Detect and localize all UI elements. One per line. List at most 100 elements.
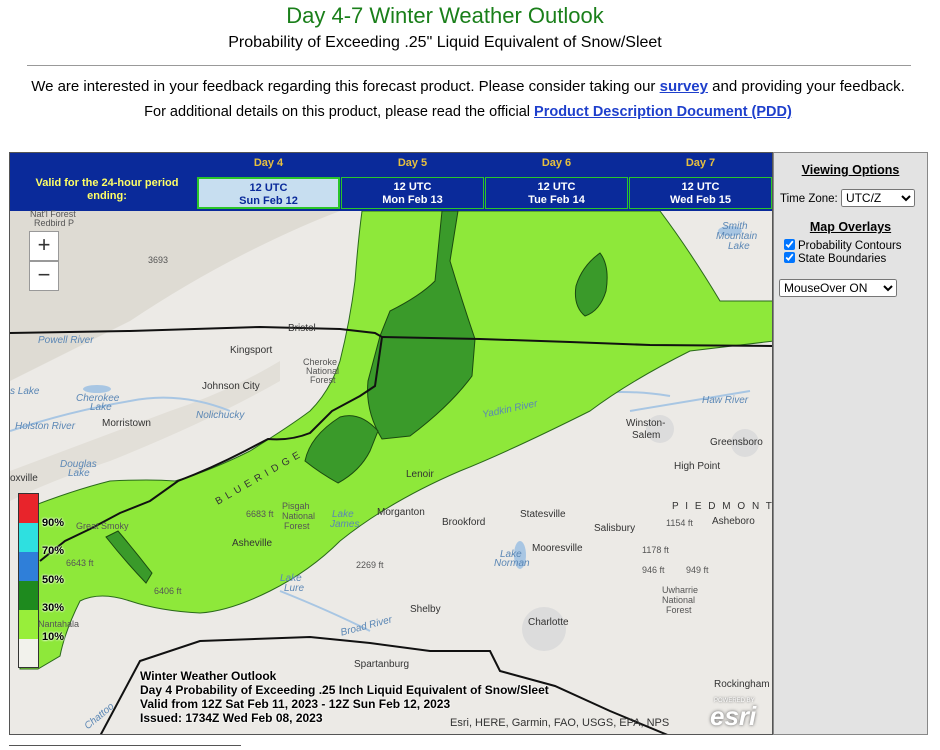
map-label: National <box>282 511 316 521</box>
map-label: 6643 ft <box>66 558 94 568</box>
pdd-link[interactable]: Product Description Document (PDD) <box>534 104 792 120</box>
legend-label-30: 30% <box>42 602 65 614</box>
day-name: Day 4 <box>253 157 284 169</box>
map-attribution: Esri, HERE, Garmin, FAO, USGS, EPA, NPS <box>450 717 670 729</box>
prob-contours-checkbox[interactable] <box>784 239 795 250</box>
legend-label-70: 70% <box>42 545 65 557</box>
day-5-button[interactable]: 12 UTC Mon Feb 13 <box>341 177 484 209</box>
day-6-button[interactable]: 12 UTC Tue Feb 14 <box>485 177 628 209</box>
map-label: Statesville <box>520 509 566 520</box>
map-label: High Point <box>674 461 721 472</box>
map-label: Johnson City <box>202 381 260 392</box>
pdd-prefix: For additional details on this product, … <box>144 104 530 120</box>
day-time: 12 UTC <box>681 181 720 193</box>
charlotte-urban <box>522 607 566 651</box>
legend-swatch-30 <box>19 581 38 610</box>
day-time: 12 UTC <box>537 181 576 193</box>
day-4-button[interactable]: 12 UTC Sun Feb 12 <box>197 177 340 209</box>
mouseover-row: MouseOver ON <box>779 279 897 297</box>
map-label: Rockingham <box>714 679 770 690</box>
map-label: Lure <box>284 583 305 594</box>
map-label: 6406 ft <box>154 586 182 596</box>
timezone-row: Time Zone: UTC/Z <box>780 189 915 207</box>
map-label: Holston River <box>15 421 76 432</box>
map-label: James <box>330 519 360 530</box>
map-label: Nantahala <box>38 619 80 629</box>
map-label: s Lake <box>10 386 40 397</box>
cherokee-lake <box>83 385 111 393</box>
legend-label-90: 90% <box>42 517 65 529</box>
map-label: Charlotte <box>528 617 569 628</box>
map-label: Kingsport <box>230 345 273 356</box>
map-label: Forest <box>284 521 310 531</box>
map-label: 946 ft <box>642 565 665 575</box>
legend-swatch-50 <box>19 552 38 581</box>
day-date: Sun Feb 12 <box>239 195 298 207</box>
map-label: Greensboro <box>710 437 763 448</box>
map-label: Lake <box>90 402 112 413</box>
zoom-out-button[interactable]: − <box>29 261 59 291</box>
map-label: 2269 ft <box>356 560 384 570</box>
zoom-in-button[interactable]: + <box>29 231 59 261</box>
map-label: Brookford <box>442 517 486 528</box>
day-name: Day 6 <box>541 157 572 169</box>
info-line-2: Day 4 Probability of Exceeding .25 Inch … <box>140 683 549 697</box>
day-name: Day 7 <box>685 157 716 169</box>
viewing-options-heading: Viewing Options <box>801 163 900 177</box>
map-label: Powell River <box>38 335 94 346</box>
legend-swatch-10 <box>19 610 38 639</box>
map-label: Lake <box>728 241 750 252</box>
viewing-options-panel: Viewing Options Time Zone: UTC/Z Map Ove… <box>773 152 928 735</box>
feedback-suffix: and providing your feedback. <box>712 78 905 95</box>
mountain-terrain <box>10 211 340 381</box>
map-label: Bristol <box>288 323 316 334</box>
outlook-map[interactable]: + − 90% 70% 50% 30% 10% Nat'l Forest Red… <box>10 209 772 734</box>
divider <box>27 65 911 66</box>
map-label: National <box>662 595 696 605</box>
map-label: Asheboro <box>712 516 755 527</box>
state-boundaries-checkbox[interactable] <box>784 252 795 263</box>
survey-link[interactable]: survey <box>660 78 708 95</box>
legend-label-50: 50% <box>42 574 65 586</box>
map-container: Valid for the 24-hour period ending: Day… <box>9 152 773 735</box>
probability-legend <box>18 493 39 668</box>
prob-contours-label: Probability Contours <box>798 240 902 252</box>
map-label: 1178 ft <box>642 545 669 555</box>
day-selector: Valid for the 24-hour period ending: Day… <box>10 153 772 211</box>
day-name: Day 5 <box>397 157 428 169</box>
pdd-line: For additional details on this product, … <box>0 104 936 120</box>
map-graphics <box>10 211 772 734</box>
map-label: Morristown <box>102 418 151 429</box>
map-label: Pisgah <box>282 501 310 511</box>
day-time: 12 UTC <box>393 181 432 193</box>
info-line-3: Valid from 12Z Sat Feb 11, 2023 - 12Z Su… <box>140 697 451 711</box>
page-title: Day 4-7 Winter Weather Outlook <box>286 3 604 28</box>
map-label: Lenoir <box>406 469 434 480</box>
feedback-line: We are interested in your feedback regar… <box>0 78 936 95</box>
day-date: Wed Feb 15 <box>670 194 731 206</box>
state-boundaries-option[interactable]: State Boundaries <box>784 252 886 265</box>
map-label: Redbird P <box>34 218 75 228</box>
map-label: 3693 <box>148 255 169 265</box>
state-boundaries-label: State Boundaries <box>798 253 887 265</box>
legend-swatch-70 <box>19 523 38 552</box>
legend-swatch-none <box>19 639 38 667</box>
legend-label-10: 10% <box>42 631 65 643</box>
map-label: 949 ft <box>686 565 709 575</box>
day-time: 12 UTC <box>249 182 288 194</box>
prob-contours-option[interactable]: Probability Contours <box>784 239 902 252</box>
day-column-6: Day 6 12 UTC Tue Feb 14 <box>485 153 628 211</box>
map-label: Shelby <box>410 604 441 615</box>
day-date: Tue Feb 14 <box>528 194 585 206</box>
map-label: Winston- <box>626 418 666 429</box>
map-label: Salem <box>632 430 661 441</box>
map-label: Forest <box>310 375 336 385</box>
map-label: Morganton <box>377 507 425 518</box>
timezone-select[interactable]: UTC/Z <box>840 189 915 207</box>
day-7-button[interactable]: 12 UTC Wed Feb 15 <box>629 177 772 209</box>
info-line-1: Winter Weather Outlook <box>140 669 277 683</box>
mouseover-select[interactable]: MouseOver ON <box>779 279 897 297</box>
map-label: Haw River <box>702 395 749 406</box>
map-label: Norman <box>494 558 530 569</box>
map-label: Mooresville <box>532 543 583 554</box>
